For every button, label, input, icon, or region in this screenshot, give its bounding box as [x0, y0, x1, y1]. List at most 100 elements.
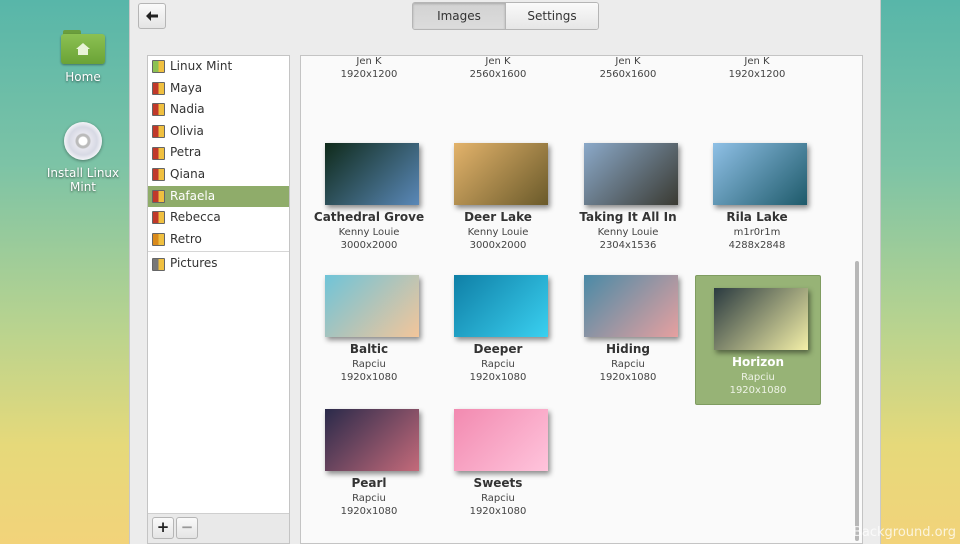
sidebar-item-label: Nadia [170, 102, 205, 117]
wallpaper-tile[interactable]: Horizon Rapciu 1920x1080 [695, 275, 821, 405]
watermark-text: Background.org [852, 525, 956, 540]
wallpaper-name: Deeper [473, 342, 523, 356]
wallpaper-thumbnail [325, 409, 419, 471]
wallpaper-author: Jen K [744, 56, 770, 67]
collection-icon [152, 60, 165, 74]
sidebar-item-qiana[interactable]: Qiana [148, 164, 289, 186]
collection-icon [152, 211, 165, 225]
wallpaper-author: Jen K [615, 56, 641, 67]
wallpaper-tile[interactable]: Stepping BackJen K2560x1600 [436, 56, 560, 100]
sidebar-toolbar: + − [148, 513, 289, 543]
wallpaper-thumbnail [584, 275, 678, 337]
collection-list: Linux Mint Maya Nadia Olivia Petra Qiana Rafae… [148, 56, 289, 275]
wallpaper-tile[interactable]: Summer Expediti…Jen K2560x1600 [566, 56, 690, 100]
sidebar-item-pictures[interactable]: Pictures [148, 253, 289, 275]
wallpaper-thumbnail [714, 288, 808, 350]
wallpaper-thumbnail [325, 275, 419, 337]
wallpaper-tile[interactable]: Taking It All In Kenny Louie 2304x1536 [566, 143, 690, 271]
remove-button[interactable]: − [176, 517, 198, 539]
wallpaper-size: 3000x2000 [469, 240, 527, 251]
scrollbar-thumb[interactable] [855, 261, 859, 541]
wallpaper-name: Sweets [473, 476, 523, 490]
home-folder-icon [61, 30, 105, 64]
wallpaper-author: Jen K [485, 56, 511, 67]
wallpaper-thumbnail [325, 143, 419, 205]
back-button[interactable] [138, 3, 166, 29]
collection-icon [152, 125, 165, 139]
wallpaper-tile[interactable]: XJen K1920x1200 [695, 56, 819, 100]
collection-icon [152, 146, 165, 160]
sidebar-item-nadia[interactable]: Nadia [148, 99, 289, 121]
tab-settings[interactable]: Settings [505, 3, 598, 29]
wallpaper-size: 1920x1080 [340, 372, 398, 383]
wallpaper-name: Pearl [351, 476, 387, 490]
wallpaper-author: Rapciu [611, 359, 645, 370]
wallpaper-name: Horizon [731, 355, 785, 369]
wallpaper-size: 3000x2000 [340, 240, 398, 251]
add-button[interactable]: + [152, 517, 174, 539]
wallpaper-tile[interactable]: Rila Lake m1r0r1m 4288x2848 [695, 143, 819, 271]
sidebar-item-maya[interactable]: Maya [148, 78, 289, 100]
wallpaper-author: m1r0r1m [733, 227, 781, 238]
background-settings-window: Images Settings Linux Mint Maya Nadia Olivi… [129, 0, 881, 544]
wallpaper-size: 4288x2848 [728, 240, 786, 251]
sidebar-item-rebecca[interactable]: Rebecca [148, 207, 289, 229]
wallpaper-size: 2304x1536 [599, 240, 657, 251]
wallpaper-tile[interactable]: Sweets Rapciu 1920x1080 [436, 409, 560, 537]
wallpaper-size: 1920x1200 [728, 69, 786, 80]
wallpaper-size: 1920x1080 [469, 506, 527, 517]
wallpaper-size: 1920x1080 [340, 506, 398, 517]
wallpaper-tile[interactable]: Deer Lake Kenny Louie 3000x2000 [436, 143, 560, 271]
sidebar-item-olivia[interactable]: Olivia [148, 121, 289, 143]
sidebar-item-petra[interactable]: Petra [148, 142, 289, 164]
wallpaper-tile[interactable]: Pearl Rapciu 1920x1080 [307, 409, 431, 537]
desktop-icon-install[interactable]: Install Linux Mint [33, 122, 133, 194]
sidebar-item-retro[interactable]: Retro [148, 229, 289, 251]
collection-sidebar: Linux Mint Maya Nadia Olivia Petra Qiana Rafae… [147, 55, 290, 544]
wallpaper-name: Baltic [349, 342, 389, 356]
collection-icon [152, 189, 165, 203]
wallpaper-tile[interactable]: Cathedral Grove Kenny Louie 3000x2000 [307, 143, 431, 271]
wallpaper-author: Kenny Louie [338, 227, 400, 238]
wallpaper-author: Kenny Louie [597, 227, 659, 238]
sidebar-item-label: Pictures [170, 256, 218, 271]
wallpaper-size: 2560x1600 [599, 69, 657, 80]
wallpaper-tile[interactable]: Hiding Rapciu 1920x1080 [566, 275, 690, 403]
wallpaper-tile[interactable]: Baltic Rapciu 1920x1080 [307, 275, 431, 403]
wallpaper-name: Cathedral Grove [313, 210, 425, 224]
sidebar-item-label: Rebecca [170, 210, 221, 225]
wallpaper-author: Kenny Louie [467, 227, 529, 238]
wallpaper-grid: SlateJen K1920x1200Stepping BackJen K256… [300, 55, 863, 544]
wallpaper-size: 1920x1080 [469, 372, 527, 383]
wallpaper-tile[interactable]: SlateJen K1920x1200 [307, 56, 431, 100]
sidebar-item-label: Maya [170, 80, 203, 95]
sidebar-item-label: Olivia [170, 123, 204, 138]
collection-icon [152, 233, 165, 247]
wallpaper-thumbnail [454, 275, 548, 337]
wallpaper-thumbnail [713, 143, 807, 205]
desktop-icon-home[interactable]: Home [33, 30, 133, 84]
wallpaper-name: Taking It All In [579, 210, 677, 224]
collection-icon [152, 168, 165, 182]
view-switcher: Images Settings [412, 2, 599, 30]
sidebar-item-rafaela[interactable]: Rafaela [148, 185, 289, 208]
wallpaper-thumbnail [454, 143, 548, 205]
wallpaper-author: Rapciu [352, 359, 386, 370]
wallpaper-name: Rila Lake [726, 210, 788, 224]
wallpaper-author: Rapciu [352, 493, 386, 504]
wallpaper-size: 2560x1600 [469, 69, 527, 80]
collection-icon [152, 257, 165, 271]
sidebar-item-label: Qiana [170, 166, 206, 181]
wallpaper-author: Rapciu [741, 372, 775, 383]
sidebar-item-linux-mint[interactable]: Linux Mint [148, 56, 289, 78]
tab-images[interactable]: Images [413, 3, 505, 29]
wallpaper-thumbnail [584, 143, 678, 205]
desktop-icon-label: Home [65, 70, 101, 84]
wallpaper-tile[interactable]: Deeper Rapciu 1920x1080 [436, 275, 560, 403]
collection-icon [152, 81, 165, 95]
wallpaper-thumbnail [454, 409, 548, 471]
wallpaper-author: Rapciu [481, 493, 515, 504]
wallpaper-size: 1920x1080 [599, 372, 657, 383]
back-arrow-icon [146, 11, 158, 21]
wallpaper-author: Jen K [356, 56, 382, 67]
